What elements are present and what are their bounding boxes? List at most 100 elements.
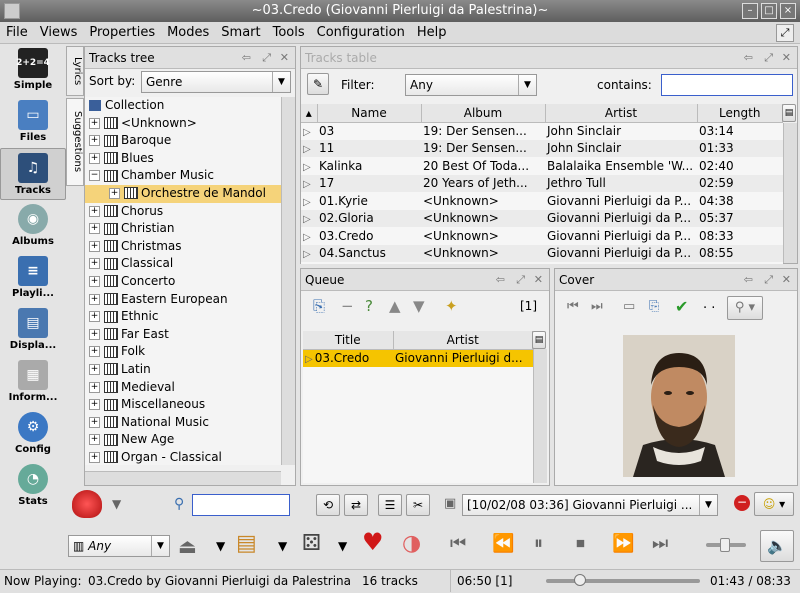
tree-item[interactable]: + Christian [85,220,281,238]
expand-icon[interactable]: + [89,275,100,287]
expand-icon[interactable]: + [89,381,100,393]
float-icon[interactable]: ⤢ [262,47,271,69]
float-icon[interactable]: ⤢ [764,269,773,291]
col-artist[interactable]: Artist [545,104,698,123]
move-down-icon[interactable]: ▼ [413,297,425,315]
expand-icon[interactable]: + [109,187,120,199]
speaker-icon[interactable]: 🔈 [760,530,794,562]
table-row[interactable]: ▷ 17 20 Years of Jeth... Jethro Tull 02:59 [301,174,783,192]
expand-icon[interactable]: + [89,152,100,164]
expand-icon[interactable]: + [89,363,100,375]
tree-item[interactable]: + Orchestre de Mandol [85,184,281,203]
float-icon[interactable]: ⤢ [764,47,773,69]
col-length[interactable]: Length [697,104,783,123]
tree-item[interactable]: + Medieval [85,379,281,397]
tree-item[interactable]: + Latin [85,361,281,379]
tree-item[interactable]: + Christmas [85,238,281,256]
radio-icon[interactable] [72,490,102,518]
heart-icon[interactable]: ♥ [362,530,384,554]
radio-menu-arrow-icon[interactable]: ▼ [112,492,121,516]
expand-icon[interactable]: + [89,240,100,252]
nav-config[interactable]: ⚙ Config [0,408,66,460]
undock-icon[interactable]: ⇦ [744,47,753,69]
fast-forward-icon[interactable]: ⏩ [612,532,634,556]
table-row[interactable]: ▷ 04.Sanctus <Unknown> Giovanni Pierluigi d… [301,244,783,262]
queue-random-icon[interactable]: ? [365,297,373,315]
clear-queue-icon[interactable]: ✦ [445,297,458,315]
undock-icon[interactable]: ⇦ [242,47,251,69]
tree-item[interactable]: − Chamber Music [85,167,281,185]
table-row[interactable]: ▷ 11 19: Der Sensen... John Sinclair 01:33 [301,139,783,157]
close-button[interactable]: × [780,3,796,19]
menu-modes[interactable]: Modes [161,22,215,44]
expand-icon[interactable]: + [89,117,100,129]
expand-icon[interactable]: + [89,258,100,270]
maximize-button[interactable]: □ [761,3,777,19]
tree-item[interactable]: + Concerto [85,273,281,291]
nav-files[interactable]: ▭ Files [0,96,66,148]
cover-save-icon[interactable]: ⎘ [649,299,659,314]
tree-item[interactable]: + Blues [85,150,281,168]
check-icon[interactable]: ✔ [675,297,688,316]
tracks-scrollbar[interactable] [783,123,797,263]
sort-select[interactable]: Genre ▼ [141,71,291,93]
expand-icon[interactable]: − [89,170,100,182]
tree-item[interactable]: + Folk [85,343,281,361]
cover-print-icon[interactable]: ▭ [623,299,635,314]
nav-display[interactable]: ▤ Displa... [0,304,66,356]
tree-item[interactable]: + Far East [85,326,281,344]
box-menu-arrow-icon[interactable]: ▼ [278,534,287,558]
close-icon[interactable]: ✕ [280,47,289,69]
shuffle-icon[interactable]: ⇄ [344,494,368,516]
previous-track-icon[interactable]: ⏮ [450,532,466,556]
mood-select[interactable]: ☺ ▾ [754,492,794,516]
expand-icon[interactable]: + [89,399,100,411]
rewind-icon[interactable]: ⏪ [492,532,514,556]
tree-scrollbar[interactable] [281,97,295,465]
tree-item[interactable]: + Eastern European [85,291,281,309]
table-row[interactable]: ▷ 03 19: Der Sensen... John Sinclair 03:14 [301,122,783,140]
expand-icon[interactable]: + [89,293,100,305]
tree-item[interactable]: + Organ - Classical [85,449,281,465]
minimize-button[interactable]: – [742,3,758,19]
expand-icon[interactable]: + [89,451,100,463]
queue-remove-icon[interactable]: − [341,297,354,315]
menu-properties[interactable]: Properties [83,22,161,44]
menu-configuration[interactable]: Configuration [311,22,411,44]
expand-icon[interactable]: + [89,223,100,235]
menu-file[interactable]: File [0,22,34,44]
expand-icon[interactable]: + [89,311,100,323]
quick-search-input[interactable] [192,494,290,516]
seek-handle[interactable] [574,574,587,586]
tree-item[interactable]: + Baroque [85,132,281,150]
menu-help[interactable]: Help [411,22,453,44]
add-to-playlist-icon[interactable]: ◑ [402,532,421,556]
close-icon[interactable]: ✕ [782,269,791,291]
nav-playlists[interactable]: ≡ Playli... [0,252,66,304]
fullscreen-icon[interactable]: ⤢ [776,24,794,42]
tree-item[interactable]: + Miscellaneous [85,396,281,414]
close-icon[interactable]: ✕ [534,269,543,291]
columns-menu-icon[interactable]: ▤ [782,104,796,122]
cover-prev-icon[interactable]: ⏮ [567,299,579,314]
genre-filter-select[interactable]: ▥ Any ▼ [68,535,170,557]
dice-menu-arrow-icon[interactable]: ▼ [338,534,347,558]
menu-views[interactable]: Views [34,22,84,44]
expand-icon[interactable]: + [89,135,100,147]
edit-filter-icon[interactable]: ✎ [307,73,329,95]
stop-icon[interactable]: ⏹ [576,532,585,556]
float-icon[interactable]: ⤢ [516,269,525,291]
dice-icon[interactable]: ⚄ [302,532,321,556]
volume-slider[interactable] [706,538,746,552]
move-up-icon[interactable]: ▲ [389,297,401,315]
nav-tracks[interactable]: ♫ Tracks [0,148,66,200]
repeat-icon[interactable]: ⟲ [316,494,340,516]
tree-item[interactable]: + Chorus [85,203,281,221]
tab-lyrics[interactable]: Lyrics [66,46,84,96]
table-row[interactable]: ▷ 03.Credo <Unknown> Giovanni Pierluigi da … [301,227,783,245]
undock-icon[interactable]: ⇦ [744,269,753,291]
tree-item[interactable]: + Classical [85,255,281,273]
filter-select[interactable]: Any ▼ [405,74,537,96]
volume-handle[interactable] [720,538,730,552]
cover-search-select[interactable]: ⚲ ▾ [727,296,763,320]
